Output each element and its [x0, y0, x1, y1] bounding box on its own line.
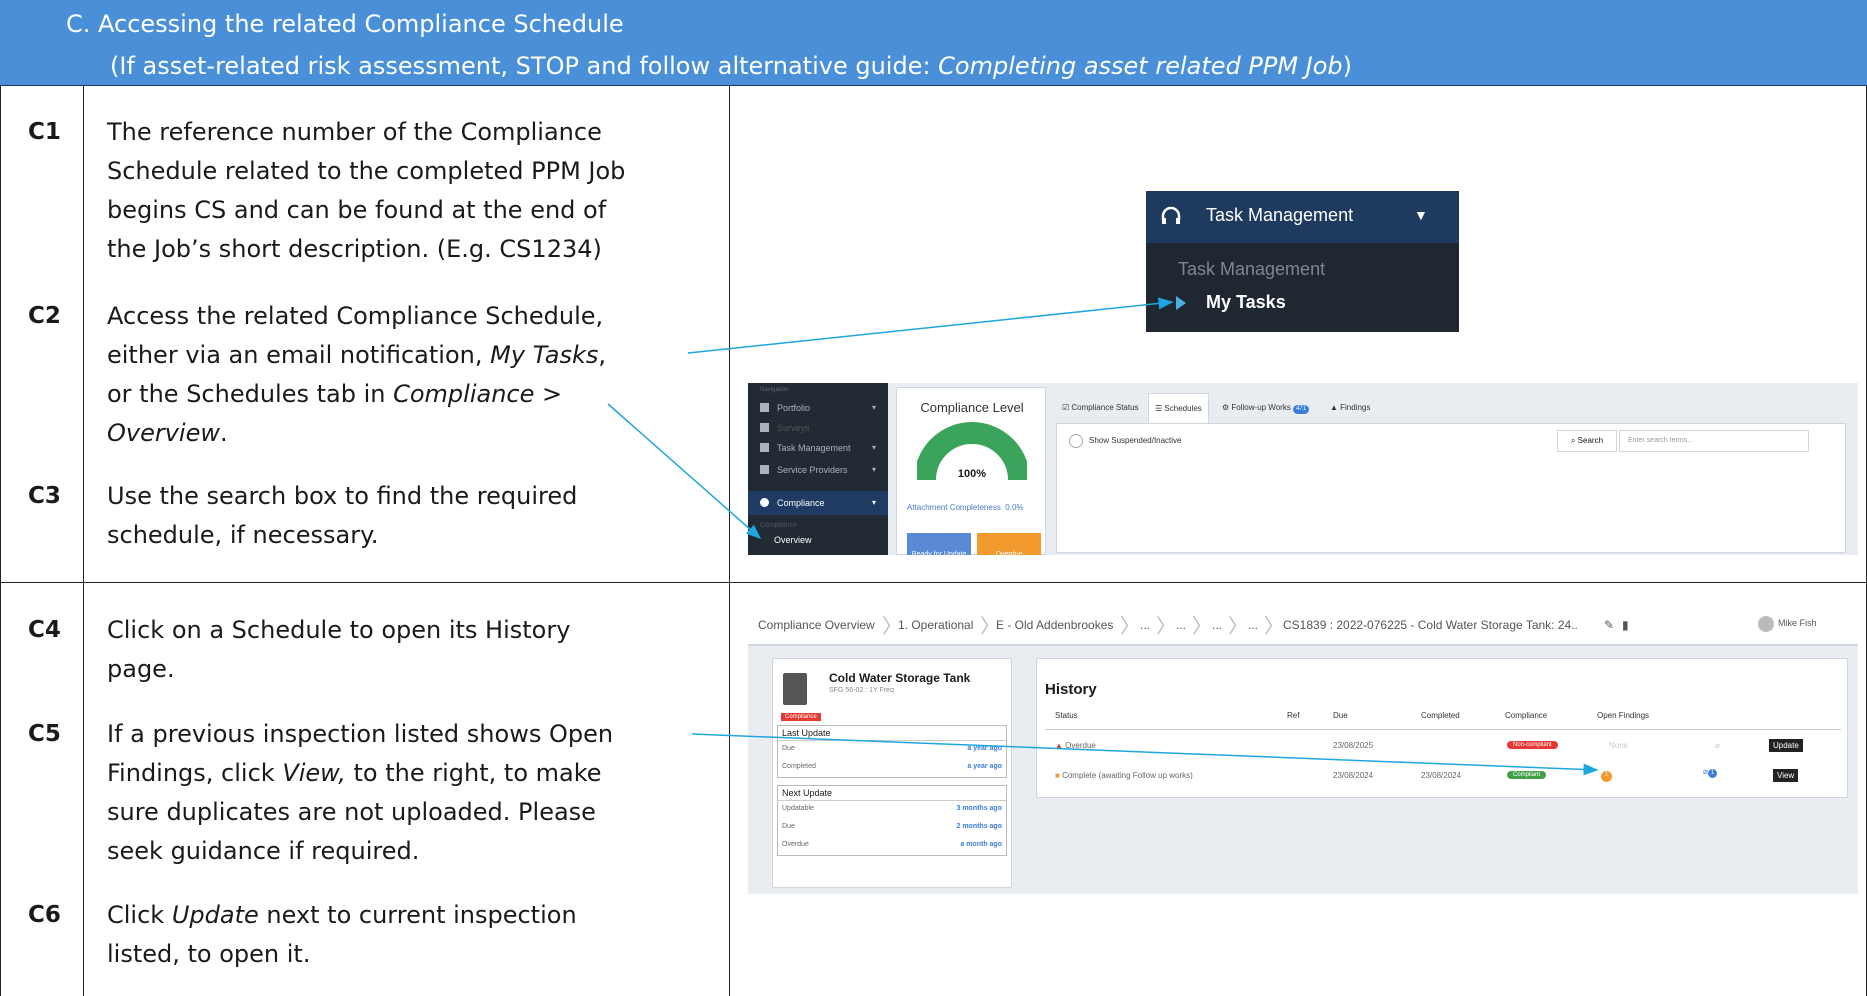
arrow-overview: [607, 403, 762, 539]
arrow-open-findings: [691, 733, 1599, 776]
callout-arrows: [607, 297, 1599, 776]
arrow-my-tasks: [687, 297, 1174, 354]
